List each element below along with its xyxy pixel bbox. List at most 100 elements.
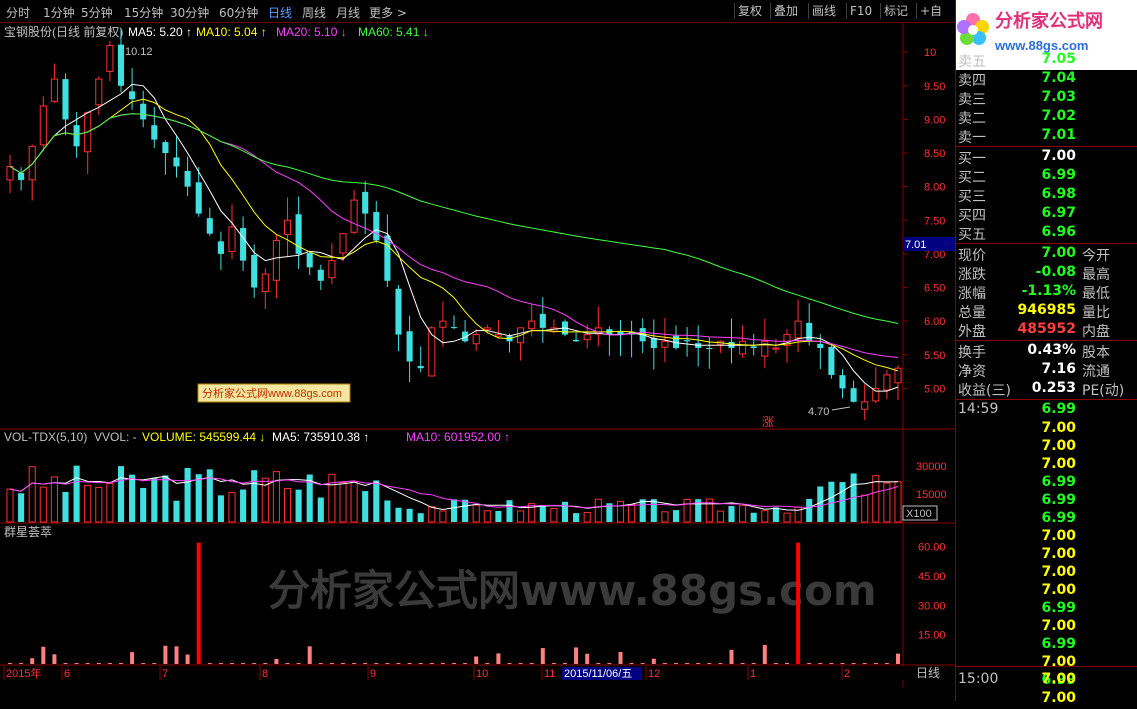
sell-level-3: 卖三 7.03	[958, 89, 1136, 108]
indicator-bar	[707, 663, 712, 664]
timeframe-tab-8[interactable]: 月线	[336, 4, 360, 21]
indicator-tick-label: 15.00	[918, 630, 946, 642]
tick-row-13-value: 7.00	[1041, 654, 1076, 670]
timeframe-tab-3[interactable]: 15分钟	[124, 4, 163, 21]
timeframe-tab-0[interactable]: 分时	[6, 4, 30, 21]
candle-body-down	[828, 346, 835, 375]
toolbar-button-3[interactable]: F10	[846, 3, 875, 19]
sell-level-2-value: 7.02	[1041, 108, 1076, 124]
indicator-bar	[418, 663, 423, 664]
volume-bar-down	[395, 507, 402, 522]
toolbar-button-5[interactable]: +自	[916, 3, 945, 19]
timeframe-tab-2[interactable]: 5分钟	[81, 4, 113, 21]
candle-body-up	[528, 320, 536, 330]
indicator-bar	[174, 646, 179, 664]
indicator-bar	[818, 663, 823, 664]
volume-bar-up	[594, 498, 602, 523]
toolbar-button-1[interactable]: 叠加	[770, 3, 801, 19]
stat-row-2-right-label: 最低	[1082, 286, 1110, 302]
candle-body-down	[750, 346, 757, 349]
timeframe-tab-1[interactable]: 1分钟	[43, 4, 75, 21]
sell-level-3-label: 卖三	[958, 92, 986, 108]
stat-row-1-value: -0.08	[1035, 264, 1076, 280]
sell-level-2: 卖二 7.02	[958, 108, 1136, 127]
timeframe-tab-7[interactable]: 周线	[302, 4, 326, 21]
tick-row-8-value: 7.00	[1041, 564, 1076, 580]
volume-indicator-1: VOLUME: 545599.44 ↓	[142, 430, 265, 444]
volume-bar-up	[628, 504, 636, 523]
timeframe-tab-4[interactable]: 30分钟	[170, 4, 209, 21]
tick-row-6-value: 7.00	[1041, 528, 1076, 544]
panel-separator	[956, 399, 1137, 400]
volume-bar-down	[384, 500, 391, 522]
sell-level-4: 卖四 7.04	[958, 70, 1136, 89]
indicator-bar	[52, 654, 57, 664]
candle-body-up	[106, 44, 114, 72]
timeframe-tab-6[interactable]: 日线	[268, 4, 292, 21]
volume-indicator-0: VVOL: -	[94, 430, 137, 444]
stat-row-4-right-label: 内盘	[1082, 324, 1110, 340]
candle-body-up	[494, 334, 502, 337]
current-price-value: 7.01	[905, 239, 926, 251]
toolbar-button-0[interactable]: 复权	[734, 3, 765, 19]
low-arrow	[831, 406, 851, 411]
indicator-bar	[574, 647, 579, 664]
timeframe-tab-9[interactable]: 更多 >	[369, 4, 407, 21]
candle-body-down	[73, 125, 80, 147]
tick-row-1: 7.00	[958, 438, 1136, 457]
stock-chart[interactable]: 109.509.008.508.007.507.006.506.005.505.…	[0, 22, 955, 701]
volume-tick-label: 15000	[916, 489, 947, 501]
toolbar-button-4[interactable]: 标记	[880, 3, 911, 19]
candle-body-up	[28, 145, 36, 181]
timeframe-tab-5[interactable]: 60分钟	[219, 4, 258, 21]
indicator-bar	[263, 663, 268, 664]
tick-footer-value: 7.00	[1041, 671, 1076, 687]
x-axis-label: 11	[544, 668, 555, 680]
volume-bar-up	[861, 494, 869, 523]
stat2-row-2: 收益(三) 0.253 PE(动)	[958, 380, 1136, 399]
candle-body-down	[450, 327, 458, 329]
candle-body-down	[306, 252, 313, 268]
x-axis-label: 7	[162, 668, 168, 680]
tick-row-4-value: 6.99	[1041, 492, 1076, 508]
indicator-bar	[429, 663, 434, 664]
volume-bar-down	[362, 491, 369, 522]
tick-row-0: 7.00	[958, 420, 1136, 439]
watermark-small-text: 分析家公式网www.88gs.com	[202, 386, 342, 400]
volume-bar-down	[561, 501, 569, 522]
tick-header-value: 6.99	[1041, 401, 1076, 417]
toolbar-button-2[interactable]: 画线	[808, 3, 839, 19]
candle-body-down	[62, 79, 69, 120]
tick-row-12: 6.99	[958, 636, 1136, 655]
indicator-bar	[718, 663, 723, 664]
indicator-bar	[107, 663, 112, 664]
indicator-bar	[496, 653, 501, 664]
price-tick-label: 6.50	[924, 283, 945, 295]
volume-bar-up	[350, 481, 358, 523]
stat-row-2-value: -1.13%	[1021, 283, 1076, 299]
volume-bar-down	[129, 474, 136, 522]
price-tick-label: 5.50	[924, 350, 945, 362]
stat2-row-0: 换手 0.43% 股本	[958, 342, 1136, 361]
indicator-bar	[63, 663, 68, 664]
volume-bar-up	[339, 482, 347, 523]
indicator-bar	[729, 649, 734, 664]
candle-body-down	[417, 366, 424, 369]
volume-bar-down	[728, 505, 735, 522]
indicator-bar	[896, 653, 900, 664]
volume-bar-up	[106, 482, 114, 523]
volume-bar-down	[828, 481, 835, 522]
volume-bar-down	[184, 467, 191, 522]
volume-bar-down	[295, 489, 302, 522]
volume-bar-down	[251, 470, 258, 522]
indicator-bar	[385, 663, 390, 664]
indicator-bar	[185, 654, 190, 664]
candle-body-down	[18, 172, 25, 180]
buy-level-5: 买五 6.96	[958, 224, 1136, 243]
sell-level-4-label: 卖四	[958, 73, 986, 89]
tick-row-15-value: 7.00	[1041, 690, 1076, 706]
candle-body-up	[95, 78, 103, 106]
stat-row-2-label: 涨幅	[958, 286, 986, 302]
low-price-label: 4.70	[808, 406, 829, 418]
candle-body-down	[117, 44, 125, 86]
